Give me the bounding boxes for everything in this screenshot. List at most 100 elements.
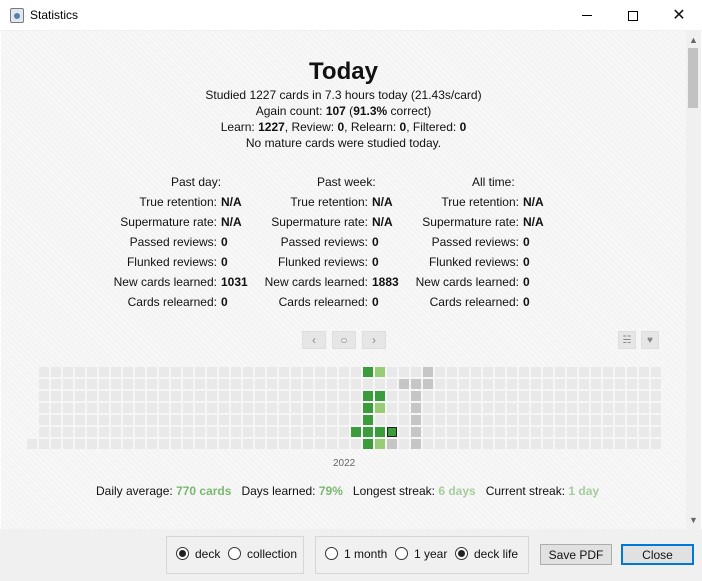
heatmap-day-cell[interactable] — [183, 367, 193, 377]
heatmap-day-cell[interactable] — [243, 403, 253, 413]
heatmap-day-cell[interactable] — [639, 427, 649, 437]
heatmap-day-cell[interactable] — [639, 379, 649, 389]
heatmap-day-cell[interactable] — [627, 367, 637, 377]
heatmap-day-cell[interactable] — [63, 391, 73, 401]
heatmap-day-cell[interactable] — [99, 403, 109, 413]
heatmap-day-cell[interactable] — [159, 379, 169, 389]
heatmap-day-cell[interactable] — [207, 439, 217, 449]
heatmap-day-cell[interactable] — [231, 439, 241, 449]
heatmap-day-cell[interactable] — [555, 439, 565, 449]
heatmap-day-cell[interactable] — [123, 391, 133, 401]
heatmap-day-cell[interactable] — [63, 379, 73, 389]
heatmap-day-cell[interactable] — [495, 439, 505, 449]
heatmap-day-cell[interactable] — [483, 439, 493, 449]
heatmap-day-cell[interactable] — [651, 379, 661, 389]
heatmap-day-cell[interactable] — [543, 439, 553, 449]
heatmap-day-cell[interactable] — [435, 379, 445, 389]
heatmap-day-cell[interactable] — [543, 427, 553, 437]
heatmap-day-cell[interactable] — [387, 367, 397, 377]
heatmap-day-cell[interactable] — [447, 379, 457, 389]
heatmap-day-cell[interactable] — [603, 439, 613, 449]
heatmap-day-cell[interactable] — [207, 379, 217, 389]
heatmap-day-cell[interactable] — [459, 367, 469, 377]
heatmap-day-cell[interactable] — [447, 367, 457, 377]
heatmap-day-cell[interactable] — [243, 415, 253, 425]
heatmap-day-cell[interactable] — [615, 439, 625, 449]
heatmap-day-cell[interactable] — [531, 379, 541, 389]
heatmap-day-cell[interactable] — [327, 439, 337, 449]
heatmap-day-cell[interactable] — [87, 415, 97, 425]
heatmap-day-cell[interactable] — [315, 427, 325, 437]
heatmap-day-cell[interactable] — [111, 403, 121, 413]
heatmap-day-cell[interactable] — [219, 379, 229, 389]
heatmap-day-cell[interactable] — [243, 391, 253, 401]
heatmap-day-cell[interactable] — [603, 427, 613, 437]
heatmap-day-cell[interactable] — [147, 403, 157, 413]
heatmap-day-cell[interactable] — [159, 427, 169, 437]
heatmap-day-cell[interactable] — [243, 379, 253, 389]
heatmap-day-cell[interactable] — [519, 439, 529, 449]
heatmap-day-cell[interactable] — [63, 427, 73, 437]
heatmap-day-cell[interactable] — [207, 427, 217, 437]
heatmap-day-cell[interactable] — [435, 391, 445, 401]
heatmap-day-cell[interactable] — [279, 391, 289, 401]
heatmap-day-cell[interactable] — [603, 367, 613, 377]
heatmap-day-cell[interactable] — [183, 379, 193, 389]
heatmap-day-cell[interactable] — [411, 391, 421, 401]
heatmap-day-cell[interactable] — [567, 427, 577, 437]
heatmap-day-cell[interactable] — [627, 439, 637, 449]
heatmap-day-cell[interactable] — [555, 391, 565, 401]
minimize-button[interactable] — [564, 0, 610, 31]
heatmap-day-cell[interactable] — [303, 367, 313, 377]
heatmap-day-cell[interactable] — [315, 439, 325, 449]
heatmap-day-cell[interactable] — [411, 439, 421, 449]
heatmap-day-cell[interactable] — [255, 367, 265, 377]
heatmap-day-cell[interactable] — [363, 415, 373, 425]
heatmap-day-cell[interactable] — [387, 415, 397, 425]
heatmap-day-cell[interactable] — [591, 367, 601, 377]
scroll-down-icon[interactable]: ▼ — [689, 515, 698, 525]
heatmap-day-cell[interactable] — [579, 415, 589, 425]
heatmap-day-cell[interactable] — [411, 367, 421, 377]
heatmap-day-cell[interactable] — [267, 391, 277, 401]
heatmap-day-cell[interactable] — [615, 391, 625, 401]
heatmap-day-cell[interactable] — [75, 415, 85, 425]
close-window-button[interactable]: ✕ — [656, 0, 702, 31]
heatmap-day-cell[interactable] — [327, 367, 337, 377]
heatmap-day-cell[interactable] — [423, 415, 433, 425]
heatmap-day-cell[interactable] — [567, 391, 577, 401]
close-button[interactable]: Close — [621, 544, 694, 565]
heatmap-day-cell[interactable] — [447, 415, 457, 425]
heatmap-day-cell[interactable] — [327, 379, 337, 389]
heatmap-day-cell[interactable] — [87, 403, 97, 413]
heatmap-day-cell[interactable] — [639, 403, 649, 413]
heatmap-day-cell[interactable] — [171, 367, 181, 377]
heatmap-day-cell[interactable] — [291, 403, 301, 413]
heatmap-day-cell[interactable] — [363, 379, 373, 389]
heatmap-day-cell[interactable] — [51, 427, 61, 437]
heatmap-day-cell[interactable] — [543, 391, 553, 401]
scroll-up-icon[interactable]: ▲ — [689, 35, 698, 45]
heatmap-day-cell[interactable] — [255, 415, 265, 425]
heatmap-day-cell[interactable] — [315, 415, 325, 425]
heatmap-day-cell[interactable] — [543, 415, 553, 425]
heatmap-day-cell[interactable] — [447, 439, 457, 449]
heatmap-day-cell[interactable] — [267, 427, 277, 437]
heatmap-day-cell[interactable] — [435, 415, 445, 425]
heatmap-day-cell[interactable] — [567, 367, 577, 377]
heatmap-day-cell[interactable] — [219, 367, 229, 377]
heatmap-day-cell[interactable] — [375, 391, 385, 401]
heatmap-day-cell[interactable] — [219, 391, 229, 401]
heatmap-day-cell[interactable] — [615, 427, 625, 437]
heatmap-day-cell[interactable] — [615, 367, 625, 377]
heatmap-day-cell[interactable] — [147, 367, 157, 377]
heatmap-day-cell[interactable] — [555, 403, 565, 413]
heatmap-day-cell[interactable] — [411, 403, 421, 413]
heatmap-day-cell[interactable] — [639, 439, 649, 449]
heatmap-day-cell[interactable] — [171, 439, 181, 449]
heatmap-day-cell[interactable] — [255, 439, 265, 449]
heatmap-day-cell[interactable] — [135, 427, 145, 437]
heatmap-day-cell[interactable] — [615, 379, 625, 389]
heatmap-day-cell[interactable] — [75, 379, 85, 389]
heatmap-day-cell[interactable] — [267, 379, 277, 389]
